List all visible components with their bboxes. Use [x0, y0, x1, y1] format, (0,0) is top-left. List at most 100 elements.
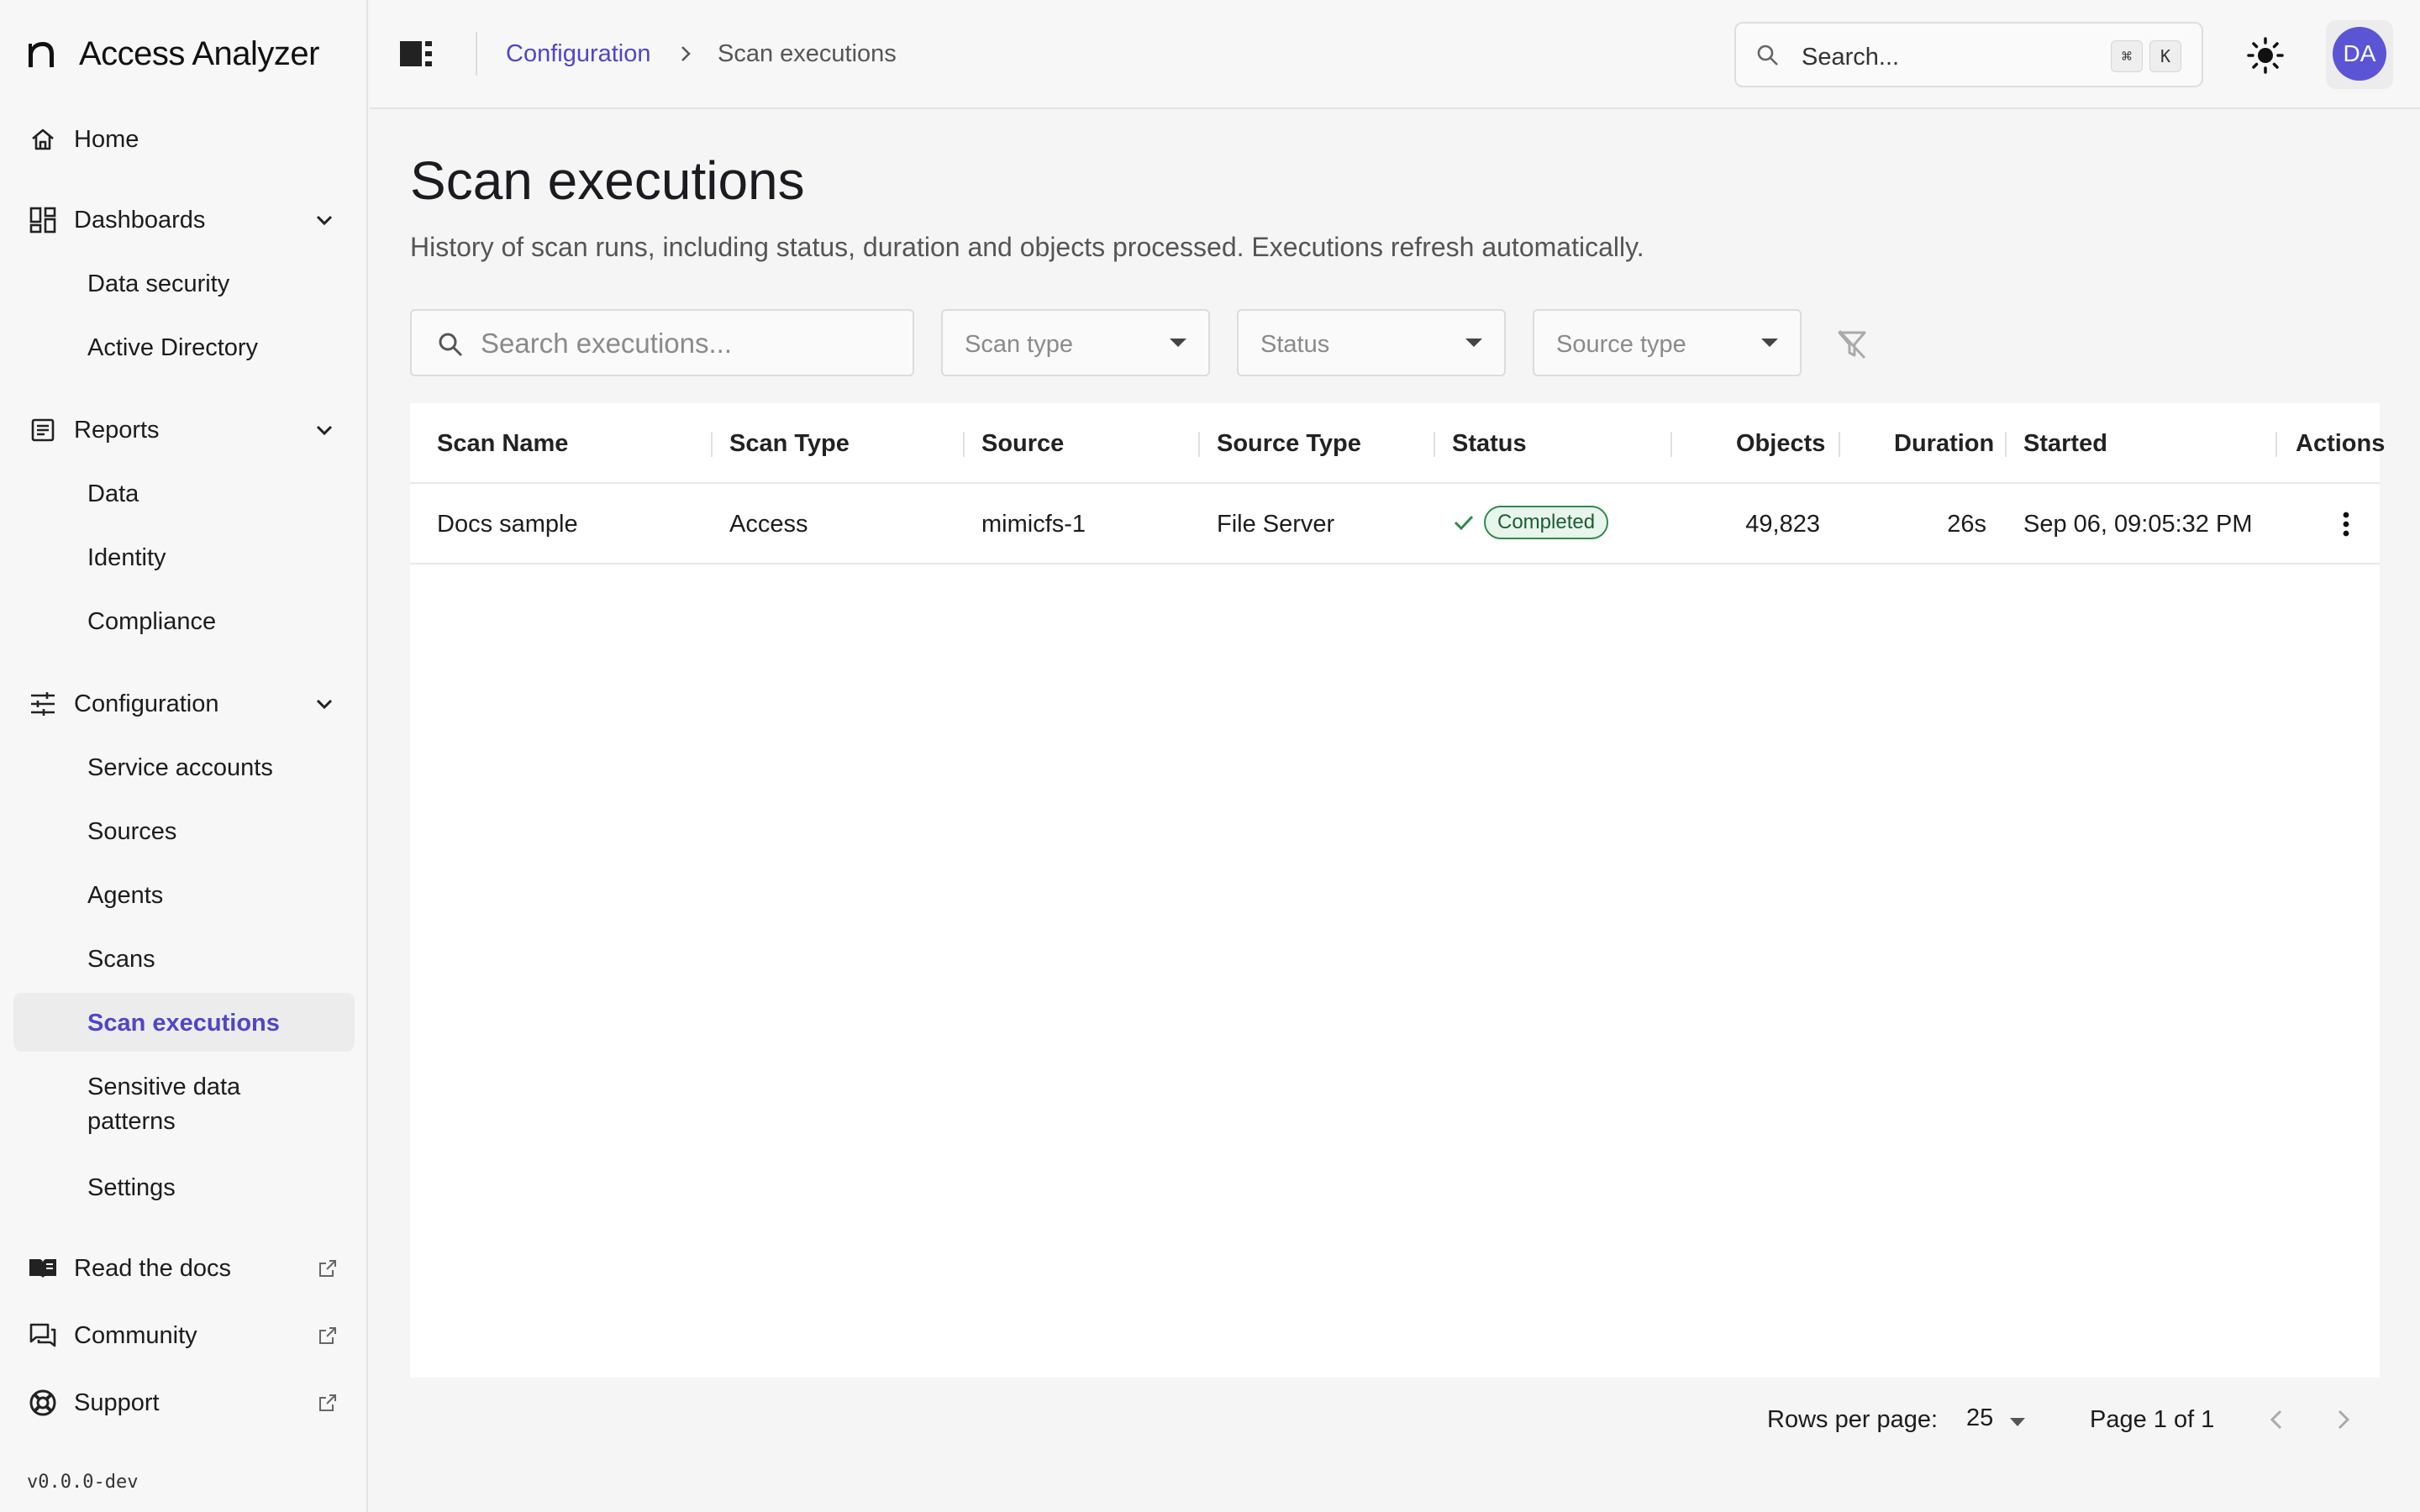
check-icon	[1454, 515, 1474, 531]
chevron-down-icon[interactable]	[311, 690, 338, 717]
column-source[interactable]: Source	[981, 430, 1064, 458]
book-icon	[27, 1252, 59, 1284]
column-started[interactable]: Started	[2023, 430, 2107, 458]
column-divider[interactable]	[2005, 432, 2007, 457]
sidebar-item-support[interactable]: Support	[0, 1386, 368, 1420]
app-name: Access Analyzer	[79, 34, 319, 72]
caret-down-icon	[1761, 339, 1778, 347]
table-row[interactable]: Docs sample Access mimicfs-1 File Server…	[410, 484, 2380, 564]
page-info: Page 1 of 1	[2090, 1406, 2215, 1433]
chevron-left-icon[interactable]	[2262, 1404, 2292, 1435]
rows-per-page-label: Rows per page:	[1767, 1406, 1939, 1433]
scan-type-dropdown[interactable]: Scan type	[941, 309, 1210, 376]
sidebar-item-community[interactable]: Community	[0, 1319, 368, 1352]
sidebar-item-scans[interactable]: Scans	[87, 946, 155, 974]
column-scan-type[interactable]: Scan Type	[729, 430, 850, 458]
column-divider[interactable]	[1434, 432, 1435, 457]
cell-scan-name: Docs sample	[437, 511, 578, 538]
column-actions: Actions	[2296, 430, 2386, 457]
sidebar-item-dashboards[interactable]: Dashboards	[0, 203, 368, 237]
column-divider[interactable]	[711, 432, 713, 457]
cell-scan-type: Access	[729, 511, 808, 538]
external-link-icon	[319, 1327, 336, 1344]
source-type-dropdown[interactable]: Source type	[1533, 309, 1802, 376]
header-divider	[476, 32, 477, 76]
page-description: History of scan runs, including status, …	[410, 232, 1644, 262]
more-vertical-icon[interactable]	[2331, 509, 2361, 539]
executions-table: Scan Name Scan Type Source Source Type S…	[410, 403, 2385, 1378]
sidebar-item-agents[interactable]: Agents	[87, 882, 163, 910]
executions-search-input[interactable]	[481, 323, 901, 365]
sidebar-item-scan-executions[interactable]: Scan executions	[87, 1010, 280, 1037]
column-divider[interactable]	[2275, 432, 2277, 457]
status-badge: Completed	[1484, 506, 1609, 539]
search-icon	[439, 333, 463, 357]
sliders-icon	[27, 688, 59, 720]
sidebar-item-data-security[interactable]: Data security	[87, 270, 229, 298]
shortcut-k-key: K	[2149, 40, 2181, 72]
column-divider[interactable]	[1839, 432, 1840, 457]
search-icon	[1757, 45, 1778, 66]
breadcrumb-configuration[interactable]: Configuration	[506, 40, 651, 68]
external-link-icon	[319, 1260, 336, 1277]
column-scan-name[interactable]: Scan Name	[437, 430, 568, 458]
user-menu[interactable]: DA	[2326, 20, 2393, 89]
sidebar: Access Analyzer Home Dashboards Data sec…	[0, 0, 368, 1512]
rows-per-page-select[interactable]: 25	[1966, 1404, 1993, 1432]
sidebar-item-sources[interactable]: Sources	[87, 818, 176, 846]
sidebar-item-read-docs[interactable]: Read the docs	[0, 1252, 368, 1285]
chevron-right-icon	[681, 46, 691, 61]
chevron-down-icon[interactable]	[311, 417, 338, 444]
cell-source-type: File Server	[1217, 511, 1335, 538]
sidebar-item-active-directory[interactable]: Active Directory	[87, 334, 258, 362]
sun-icon[interactable]	[2245, 35, 2286, 76]
brand[interactable]: Access Analyzer	[25, 30, 319, 77]
executions-search	[410, 309, 914, 376]
shortcut-mod-key: ⌘	[2111, 40, 2143, 72]
column-divider[interactable]	[1198, 432, 1200, 457]
sidebar-item-settings[interactable]: Settings	[87, 1174, 176, 1202]
global-search[interactable]: Search... ⌘ K	[1734, 22, 2203, 87]
column-source-type[interactable]: Source Type	[1217, 430, 1361, 458]
avatar: DA	[2333, 27, 2386, 81]
clear-filters-icon[interactable]	[1835, 328, 1869, 361]
cell-objects: 49,823	[1745, 511, 1820, 538]
status-dropdown[interactable]: Status	[1237, 309, 1506, 376]
caret-down-icon	[1465, 339, 1482, 347]
sidebar-item-service-accounts[interactable]: Service accounts	[87, 754, 273, 782]
top-header: Configuration Scan executions Search... …	[370, 0, 2420, 109]
lifebuoy-icon	[27, 1387, 59, 1419]
caret-down-icon	[1170, 339, 1186, 347]
cell-status: Completed	[1452, 506, 1609, 539]
external-link-icon	[319, 1394, 336, 1411]
sidebar-item-reports[interactable]: Reports	[0, 413, 368, 447]
cell-source: mimicfs-1	[981, 511, 1086, 538]
column-divider[interactable]	[963, 432, 965, 457]
column-divider[interactable]	[1670, 432, 1672, 457]
chat-icon	[27, 1320, 59, 1352]
global-search-placeholder: Search...	[1802, 44, 1900, 71]
sidebar-toggle-icon[interactable]	[398, 39, 434, 69]
cell-duration: 26s	[1947, 511, 1986, 538]
table-header: Scan Name Scan Type Source Source Type S…	[410, 403, 2385, 484]
sidebar-item-identity[interactable]: Identity	[87, 544, 166, 572]
column-duration[interactable]: Duration	[1894, 430, 1994, 458]
breadcrumb-current: Scan executions	[718, 40, 897, 67]
home-icon	[27, 123, 59, 155]
chevron-right-icon[interactable]	[2328, 1404, 2358, 1435]
report-icon	[27, 414, 59, 446]
sidebar-item-data[interactable]: Data	[87, 480, 139, 508]
sidebar-item-sensitive-data-patterns[interactable]: Sensitive data patterns	[87, 1074, 240, 1136]
sidebar-item-compliance[interactable]: Compliance	[87, 608, 216, 636]
sidebar-item-configuration[interactable]: Configuration	[0, 687, 368, 721]
cell-started: Sep 06, 09:05:32 PM	[2023, 511, 2253, 538]
column-objects[interactable]: Objects	[1736, 430, 1825, 458]
chevron-down-icon[interactable]	[311, 207, 338, 234]
column-status[interactable]: Status	[1452, 430, 1527, 458]
app-logo-icon	[29, 42, 54, 67]
dashboard-icon	[27, 204, 59, 236]
page-title: Scan executions	[410, 150, 805, 211]
app-version: v0.0.0-dev	[27, 1472, 139, 1493]
caret-down-icon[interactable]	[2008, 1416, 2027, 1428]
sidebar-item-home[interactable]: Home	[0, 123, 368, 156]
